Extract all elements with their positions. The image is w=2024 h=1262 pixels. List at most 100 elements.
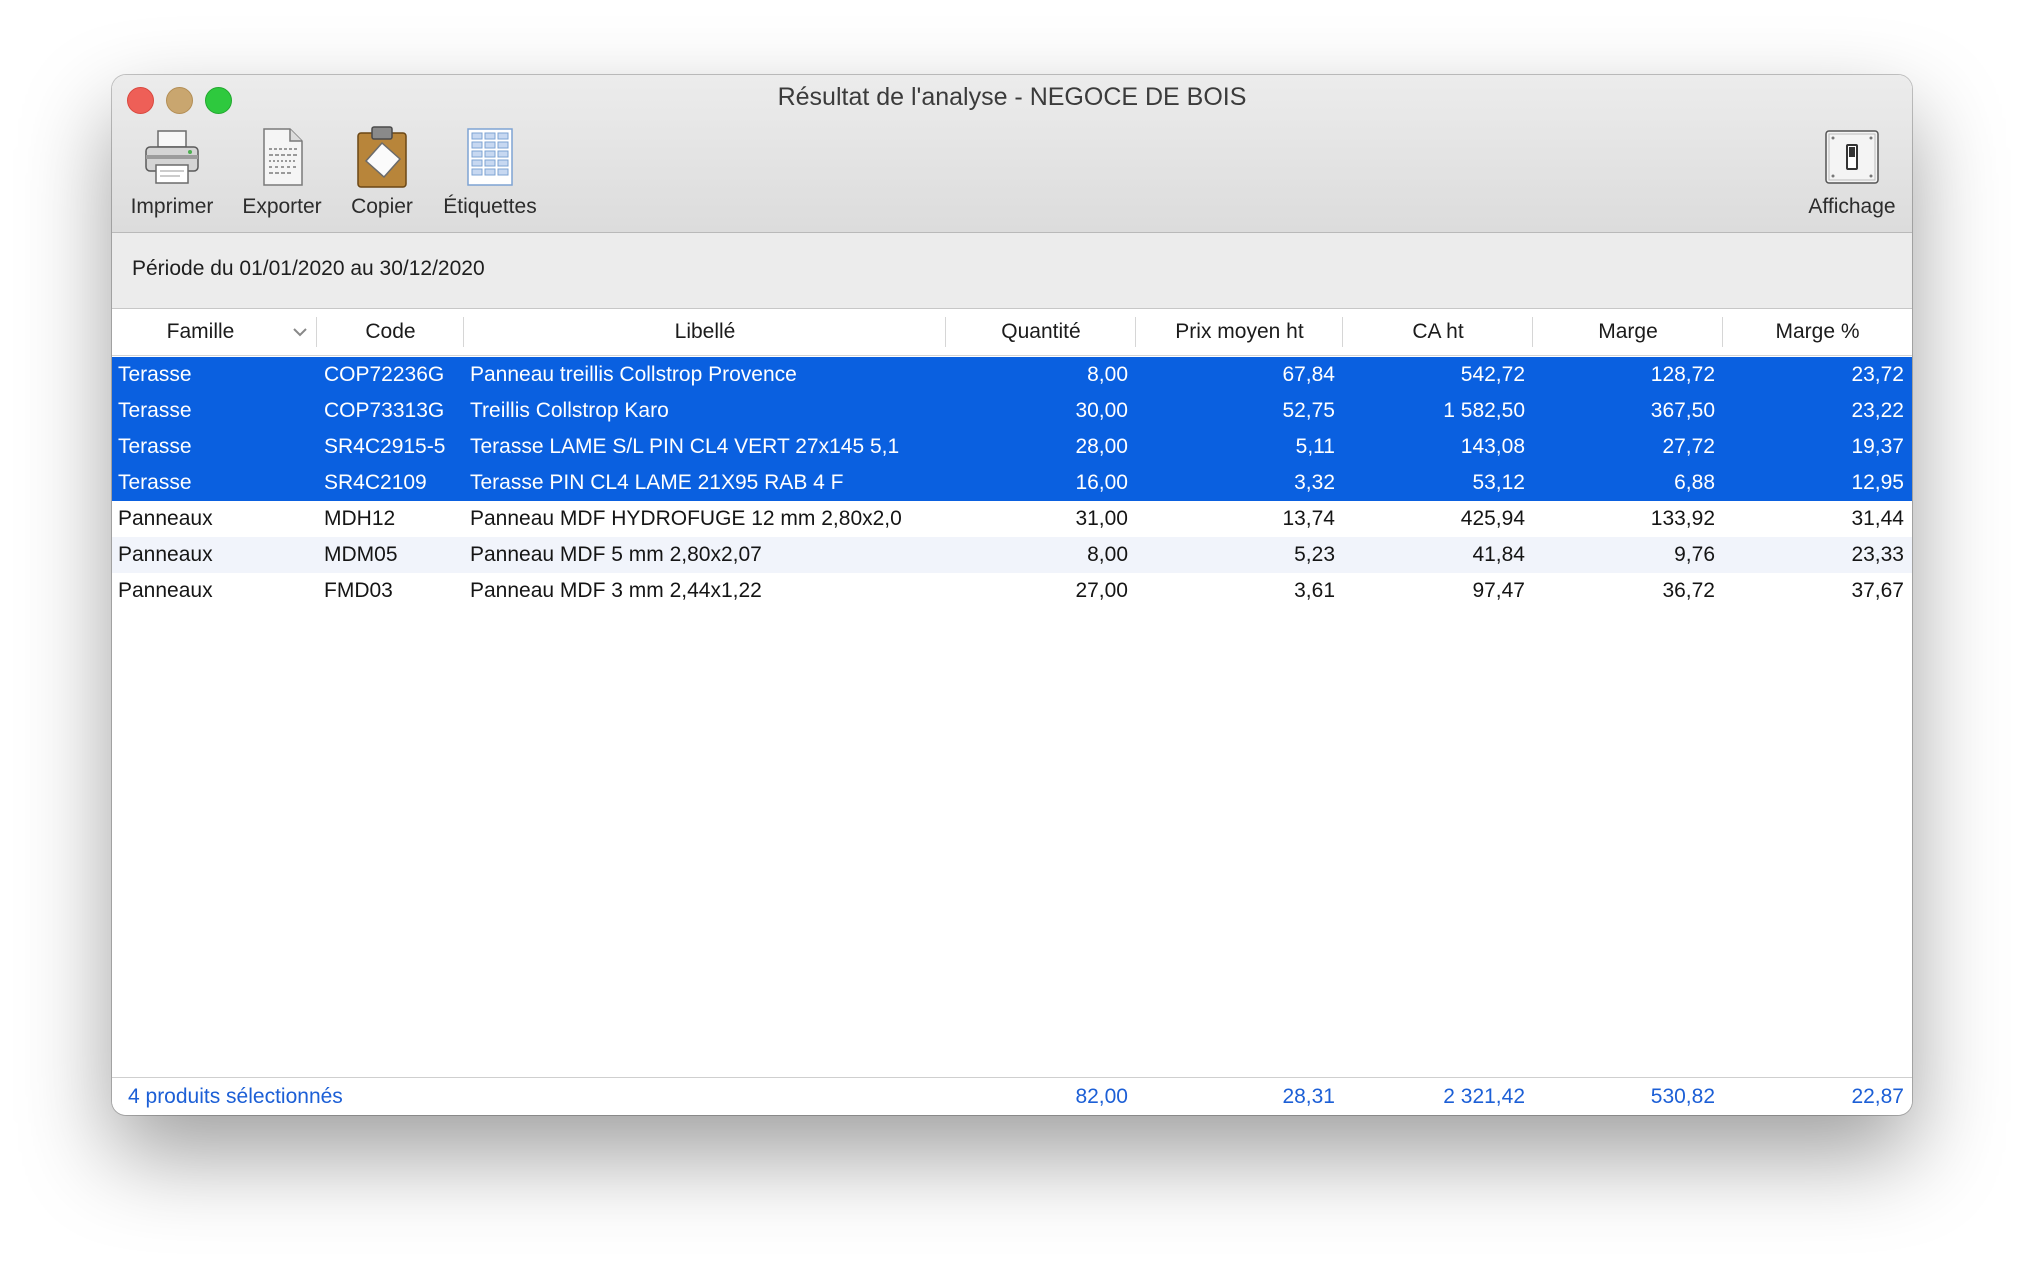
printer-icon <box>140 125 204 189</box>
cell-famille: Terasse <box>118 363 192 386</box>
cell-ca: 97,47 <box>1472 579 1525 602</box>
column-header-libelle[interactable]: Libellé <box>464 309 946 355</box>
column-header-label: Famille <box>166 320 235 343</box>
labels-label: Étiquettes <box>443 195 537 218</box>
cell-marge-pct: 31,44 <box>1851 507 1904 530</box>
cell-marge: 6,88 <box>1674 471 1715 494</box>
cell-marge: 128,72 <box>1650 363 1715 386</box>
cell-libelle: Panneau MDF 5 mm 2,80x2,07 <box>470 543 762 566</box>
clipboard-icon <box>350 125 414 189</box>
cell-prix: 52,75 <box>1282 399 1335 422</box>
cell-libelle: Terasse PIN CL4 LAME 21X95 RAB 4 F <box>470 471 844 494</box>
cell-marge-pct: 37,67 <box>1851 579 1904 602</box>
cell-ca: 41,84 <box>1472 543 1525 566</box>
total-prix: 28,31 <box>1282 1085 1335 1108</box>
cell-code: MDM05 <box>324 543 398 566</box>
print-label: Imprimer <box>130 195 214 218</box>
table-row[interactable]: Panneaux MDM05 Panneau MDF 5 mm 2,80x2,0… <box>112 537 1912 573</box>
cell-libelle: Terasse LAME S/L PIN CL4 VERT 27x145 5,1 <box>470 435 900 458</box>
cell-libelle: Panneau MDF 3 mm 2,44x1,22 <box>470 579 762 602</box>
cell-marge: 133,92 <box>1650 507 1715 530</box>
period-bar: Période du 01/01/2020 au 30/12/2020 <box>112 233 1912 309</box>
table-row[interactable]: Panneaux MDH12 Panneau MDF HYDROFUGE 12 … <box>112 501 1912 537</box>
column-header-marge[interactable]: Marge <box>1533 309 1723 355</box>
total-marge: 530,82 <box>1650 1085 1715 1108</box>
window-titlebar: Résultat de l'analyse - NEGOCE DE BOIS I… <box>112 75 1912 233</box>
print-button[interactable]: Imprimer <box>122 125 222 219</box>
cell-code: SR4C2109 <box>324 471 427 494</box>
export-button[interactable]: Exporter <box>232 125 332 219</box>
labels-grid-icon <box>458 125 522 189</box>
cell-marge-pct: 19,37 <box>1851 435 1904 458</box>
cell-marge: 9,76 <box>1674 543 1715 566</box>
cell-marge-pct: 23,22 <box>1851 399 1904 422</box>
cell-famille: Terasse <box>118 435 192 458</box>
cell-marge: 36,72 <box>1662 579 1715 602</box>
cell-prix: 3,32 <box>1294 471 1335 494</box>
cell-marge: 367,50 <box>1650 399 1715 422</box>
cell-famille: Panneaux <box>118 579 213 602</box>
cell-code: SR4C2915-5 <box>324 435 446 458</box>
table-row[interactable]: Panneaux FMD03 Panneau MDF 3 mm 2,44x1,2… <box>112 573 1912 609</box>
cell-prix: 5,11 <box>1295 435 1335 458</box>
cell-quantite: 16,00 <box>1075 471 1128 494</box>
cell-marge-pct: 12,95 <box>1851 471 1904 494</box>
cell-famille: Terasse <box>118 399 192 422</box>
copy-label: Copier <box>351 195 413 218</box>
column-header-ca[interactable]: CA ht <box>1343 309 1533 355</box>
cell-prix: 13,74 <box>1282 507 1335 530</box>
total-marge-pct: 22,87 <box>1851 1085 1904 1108</box>
cell-prix: 3,61 <box>1294 579 1335 602</box>
table-row[interactable]: Terasse SR4C2109 Terasse PIN CL4 LAME 21… <box>112 465 1912 501</box>
cell-ca: 542,72 <box>1460 363 1525 386</box>
cell-marge-pct: 23,72 <box>1851 363 1904 386</box>
cell-ca: 53,12 <box>1472 471 1525 494</box>
cell-famille: Terasse <box>118 471 192 494</box>
cell-code: FMD03 <box>324 579 393 602</box>
window-title: Résultat de l'analyse - NEGOCE DE BOIS <box>777 83 1247 111</box>
labels-button[interactable]: Étiquettes <box>430 125 550 219</box>
table-row[interactable]: Terasse COP72236G Panneau treillis Colls… <box>112 357 1912 393</box>
cell-quantite: 28,00 <box>1075 435 1128 458</box>
cell-ca: 1 582,50 <box>1443 399 1525 422</box>
cell-quantite: 31,00 <box>1075 507 1128 530</box>
display-toggle-icon <box>1820 125 1884 189</box>
table-row[interactable]: Terasse SR4C2915-5 Terasse LAME S/L PIN … <box>112 429 1912 465</box>
column-header-code[interactable]: Code <box>317 309 464 355</box>
cell-prix: 67,84 <box>1282 363 1335 386</box>
cell-marge-pct: 23,33 <box>1851 543 1904 566</box>
chevron-down-icon[interactable] <box>291 309 309 355</box>
cell-quantite: 27,00 <box>1075 579 1128 602</box>
cell-famille: Panneaux <box>118 543 213 566</box>
column-header-quantite[interactable]: Quantité <box>946 309 1136 355</box>
export-label: Exporter <box>242 195 322 218</box>
results-table: Famille Code Libellé Quantité Prix moyen… <box>112 309 1912 1077</box>
cell-marge: 27,72 <box>1662 435 1715 458</box>
period-text: Période du 01/01/2020 au 30/12/2020 <box>132 257 485 280</box>
cell-quantite: 30,00 <box>1075 399 1128 422</box>
column-header-famille[interactable]: Famille <box>112 309 317 355</box>
cell-libelle: Panneau MDF HYDROFUGE 12 mm 2,80x2,0 <box>470 507 902 530</box>
cell-code: MDH12 <box>324 507 396 530</box>
display-button[interactable]: Affichage <box>1792 125 1912 219</box>
export-document-icon <box>250 125 314 189</box>
column-header-prix-moyen[interactable]: Prix moyen ht <box>1136 309 1343 355</box>
cell-famille: Panneaux <box>118 507 213 530</box>
display-label: Affichage <box>1808 195 1896 218</box>
totals-footer: 4 produits sélectionnés 82,00 28,31 2 32… <box>112 1077 1912 1115</box>
cell-quantite: 8,00 <box>1087 543 1128 566</box>
cell-quantite: 8,00 <box>1087 363 1128 386</box>
column-header-marge-pct[interactable]: Marge % <box>1723 309 1912 355</box>
selection-count-text: 4 produits sélectionnés <box>128 1085 343 1108</box>
cell-prix: 5,23 <box>1294 543 1335 566</box>
table-header: Famille Code Libellé Quantité Prix moyen… <box>112 309 1912 356</box>
copy-button[interactable]: Copier <box>337 125 427 219</box>
cell-code: COP72236G <box>324 363 445 386</box>
cell-libelle: Treillis Collstrop Karo <box>470 399 669 422</box>
total-ca: 2 321,42 <box>1443 1085 1525 1108</box>
analysis-window: Résultat de l'analyse - NEGOCE DE BOIS I… <box>112 75 1912 1115</box>
table-row[interactable]: Terasse COP73313G Treillis Collstrop Kar… <box>112 393 1912 429</box>
cell-ca: 425,94 <box>1460 507 1525 530</box>
total-quantite: 82,00 <box>1075 1085 1128 1108</box>
cell-ca: 143,08 <box>1460 435 1525 458</box>
